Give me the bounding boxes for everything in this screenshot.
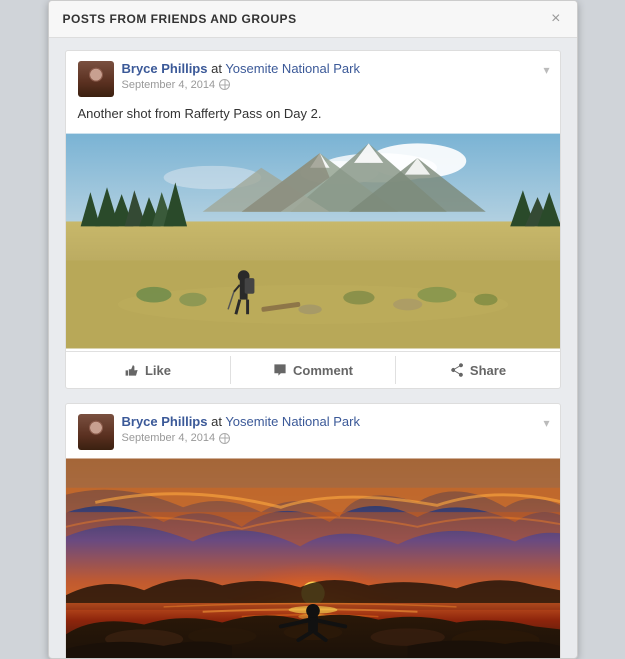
share-icon [449,362,465,378]
comment-icon [272,362,288,378]
post-date: September 4, 2014 [122,79,548,91]
globe-icon [219,79,230,90]
share-button[interactable]: Share [396,356,560,384]
post-card: Bryce Phillips at Yosemite National Park… [65,50,561,389]
mountain-image [66,131,560,351]
post-meta: Bryce Phillips at Yosemite National Park… [122,414,548,444]
post-header: Bryce Phillips at Yosemite National Park… [66,404,560,456]
post-text: Another shot from Rafferty Pass on Day 2… [66,103,560,131]
avatar [78,61,114,97]
sunset-image [66,456,560,658]
post-date: September 4, 2014 [122,432,548,444]
comment-button[interactable]: Comment [231,356,396,384]
author-line: Bryce Phillips at Yosemite National Park [122,414,548,431]
modal-body: Bryce Phillips at Yosemite National Park… [49,38,577,658]
author-name[interactable]: Bryce Phillips [122,414,208,429]
post-actions: Like Comment Share [66,351,560,388]
post-image [66,456,560,658]
location-link[interactable]: Yosemite National Park [225,414,360,429]
author-line: Bryce Phillips at Yosemite National Park [122,61,548,78]
posts-modal: POSTS FROM FRIENDS AND GROUPS × Bryce Ph… [48,0,578,659]
post-image [66,131,560,351]
close-button[interactable]: × [549,11,562,27]
post-meta: Bryce Phillips at Yosemite National Park… [122,61,548,91]
chevron-down-icon[interactable]: ▾ [543,63,549,77]
post-card: Bryce Phillips at Yosemite National Park… [65,403,561,658]
at-text: at [211,61,225,76]
at-text: at [211,414,225,429]
location-link[interactable]: Yosemite National Park [225,61,360,76]
author-name[interactable]: Bryce Phillips [122,61,208,76]
chevron-down-icon[interactable]: ▾ [543,416,549,430]
like-button[interactable]: Like [66,356,231,384]
globe-icon [219,433,230,444]
like-icon [124,362,140,378]
post-header: Bryce Phillips at Yosemite National Park… [66,51,560,103]
modal-title: POSTS FROM FRIENDS AND GROUPS [63,12,297,26]
avatar [78,414,114,450]
modal-header: POSTS FROM FRIENDS AND GROUPS × [49,1,577,38]
